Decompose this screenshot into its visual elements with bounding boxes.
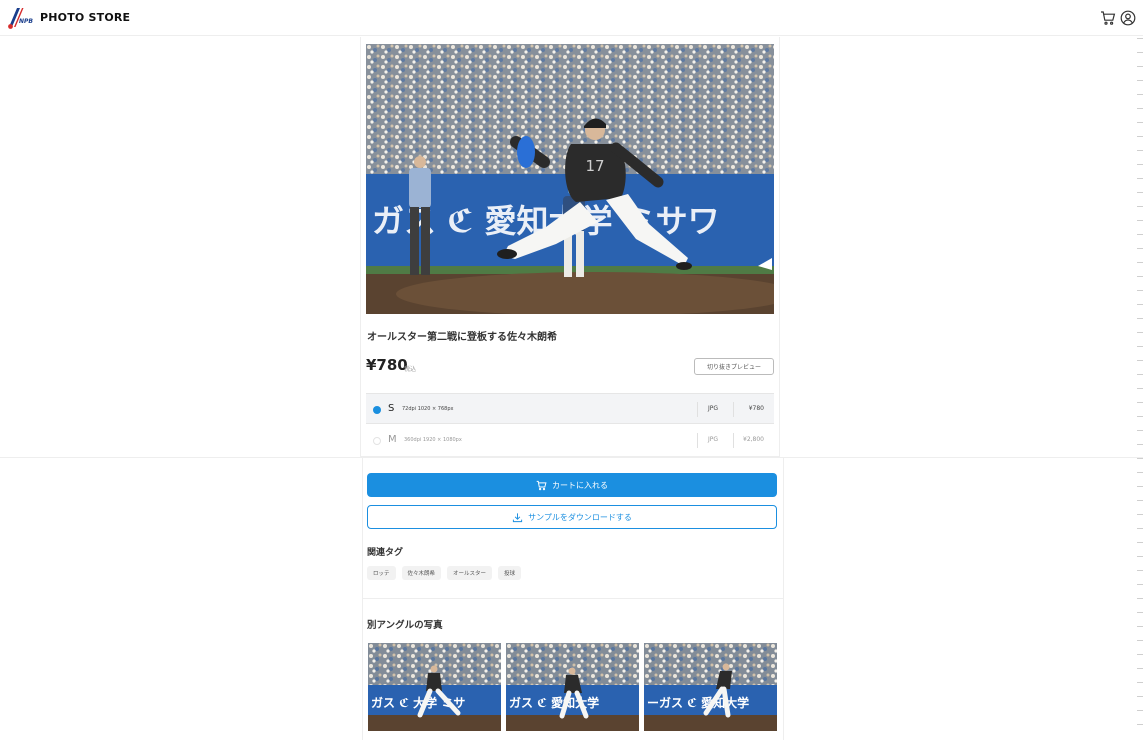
download-sample-label: サンプルをダウンロードする	[528, 512, 632, 522]
size-spec: 360dpi 1920 × 1080px	[404, 437, 462, 443]
photo-title: オールスター第二戦に登板する佐々木朗希	[367, 332, 557, 343]
crop-preview-button[interactable]: 切り抜きプレビュー	[694, 358, 774, 375]
size-option-m[interactable]: M 360dpi 1920 × 1080px JPG ¥2,800	[366, 425, 774, 456]
size-price: ¥2,800	[743, 436, 764, 443]
related-tags-heading: 関連タグ	[367, 548, 404, 558]
column-separator	[697, 402, 698, 417]
add-to-cart-button[interactable]: カートに入れる	[367, 473, 777, 497]
size-price: ¥780	[748, 405, 764, 412]
file-format: JPG	[708, 405, 719, 412]
other-angles-heading: 別アングルの写真	[367, 620, 443, 631]
svg-text:NPB: NPB	[19, 18, 33, 25]
radio-selected[interactable]	[373, 406, 381, 414]
column-separator	[733, 433, 734, 448]
tag-chip[interactable]: 投球	[498, 566, 522, 580]
file-format: JPG	[708, 436, 719, 443]
angle-thumbnail[interactable]: ガス ℭ 大学 ミサ	[368, 643, 501, 731]
npb-logo-icon[interactable]: NPB	[6, 6, 36, 30]
tag-chip[interactable]: 佐々木朗希	[401, 566, 442, 580]
price: ¥780	[366, 356, 408, 374]
tag-chip[interactable]: ロッテ	[367, 566, 396, 580]
angle-thumbnail[interactable]: ーガス ℭ 愛知大学	[644, 643, 777, 731]
thumb-banner-text: ガス ℭ 愛知大学	[509, 695, 599, 710]
radio-unselected[interactable]	[373, 437, 381, 445]
column-separator	[733, 402, 734, 417]
jersey-number: 17	[585, 157, 604, 175]
column-separator	[697, 433, 698, 448]
size-letter: M	[388, 434, 397, 445]
section-divider	[362, 598, 784, 599]
brand-name: PHOTO STORE	[40, 11, 131, 24]
size-spec: 72dpi 1020 × 768px	[402, 406, 454, 412]
top-navigation-bar: NPB PHOTO STORE	[0, 0, 1143, 36]
tag-chip[interactable]: オールスター	[447, 566, 493, 580]
cart-icon[interactable]	[1100, 10, 1116, 26]
size-letter: S	[388, 403, 395, 414]
add-to-cart-label: カートに入れる	[552, 480, 608, 490]
tag-list: ロッテ 佐々木朗希 オールスター 投球	[367, 566, 522, 580]
user-circle-icon[interactable]	[1120, 10, 1136, 26]
angle-thumbnail[interactable]: ガス ℭ 愛知大学	[506, 643, 639, 731]
cart-icon	[536, 480, 547, 490]
download-icon	[513, 512, 523, 522]
tax-label: 税込	[404, 366, 417, 373]
scrollbar-track[interactable]	[1137, 38, 1143, 738]
download-sample-button[interactable]: サンプルをダウンロードする	[367, 505, 777, 529]
main-photo[interactable]: ガス ℭ 愛知大学 ミサワ 17	[366, 44, 774, 314]
size-option-s[interactable]: S 72dpi 1020 × 768px JPG ¥780	[366, 393, 774, 424]
thumb-banner-text: ーガス ℭ 愛知大学	[647, 695, 749, 710]
